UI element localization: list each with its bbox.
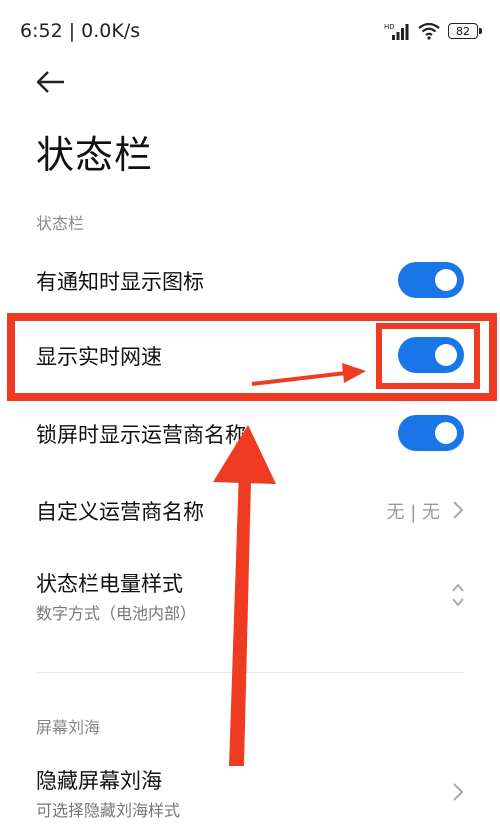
toggle-knob <box>435 344 457 366</box>
row-sublabel: 数字方式（电池内部） <box>36 604 197 623</box>
row-lockscreen-carrier-name[interactable]: 锁屏时显示运营商名称 <box>0 408 500 458</box>
row-label: 状态栏电量样式 <box>36 572 183 596</box>
toggle-knob <box>435 422 457 444</box>
chevron-right-icon <box>453 501 464 519</box>
status-icons: HD 82 <box>384 22 482 40</box>
status-time-speed: 6:52 | 0.0K/s <box>20 20 141 42</box>
row-label: 自定义运营商名称 <box>36 500 204 524</box>
section-header-notch: 屏幕刘海 <box>36 718 101 737</box>
row-hide-notch[interactable]: 隐藏屏幕刘海 可选择隐藏刘海样式 <box>0 760 500 826</box>
battery-level: 82 <box>456 25 470 38</box>
wifi-icon <box>418 22 440 40</box>
back-button[interactable] <box>30 64 74 100</box>
signal-icon: HD <box>384 23 409 40</box>
row-value: 无 | 无 <box>386 502 440 523</box>
row-show-realtime-speed[interactable]: 显示实时网速 <box>0 330 500 380</box>
toggle-lockscreen-carrier-name[interactable] <box>398 415 464 451</box>
row-battery-style[interactable]: 状态栏电量样式 数字方式（电池内部） <box>0 563 500 629</box>
row-show-notification-icons[interactable]: 有通知时显示图标 <box>0 255 500 305</box>
toggle-show-notification-icons[interactable] <box>398 262 464 298</box>
toggle-show-realtime-speed[interactable] <box>398 337 464 373</box>
signal-hd-label: HD <box>384 23 395 31</box>
battery-icon: 82 <box>448 23 482 39</box>
row-label: 锁屏时显示运营商名称 <box>36 423 246 447</box>
section-header-status-bar: 状态栏 <box>36 214 85 233</box>
row-sublabel: 可选择隐藏刘海样式 <box>36 801 181 820</box>
page-title: 状态栏 <box>36 133 154 177</box>
toggle-knob <box>435 269 457 291</box>
row-label: 隐藏屏幕刘海 <box>36 769 162 793</box>
arrow-left-icon <box>36 71 64 93</box>
row-label: 有通知时显示图标 <box>36 270 204 294</box>
row-label: 显示实时网速 <box>36 345 162 369</box>
row-custom-carrier-name[interactable]: 自定义运营商名称 无 | 无 <box>0 485 500 535</box>
chevron-up-down-icon <box>452 583 464 607</box>
chevron-right-icon <box>453 783 464 801</box>
section-divider <box>36 672 464 673</box>
status-bar: 6:52 | 0.0K/s HD 82 <box>0 0 500 62</box>
